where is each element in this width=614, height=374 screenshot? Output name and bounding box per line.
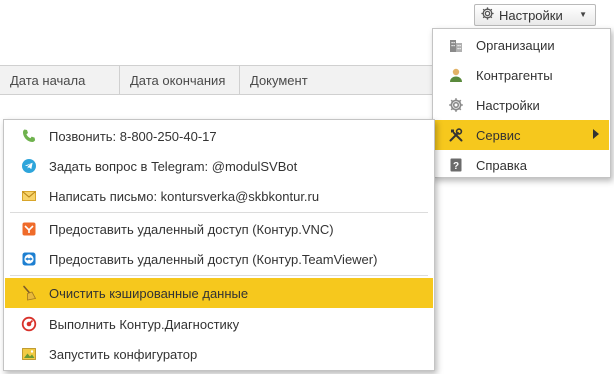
broom-icon (21, 285, 37, 301)
gear-icon (480, 6, 495, 24)
menu-separator (10, 212, 428, 213)
help-icon: ? (448, 157, 464, 173)
column-header-start-date[interactable]: Дата начала (0, 66, 120, 94)
menu-item-call[interactable]: Позвонить: 8-800-250-40-17 (5, 121, 433, 151)
table-header: Дата начала Дата окончания Документ (0, 65, 432, 95)
menu-item-counterparties[interactable]: Контрагенты (434, 60, 609, 90)
menu-item-label: Очистить кэшированные данные (49, 285, 249, 301)
menu-item-label: Задать вопрос в Telegram: @modulSVBot (49, 158, 298, 174)
menu-item-label: Написать письмо: kontursverka@skbkontur.… (49, 188, 320, 204)
menu-item-label: Настройки (476, 97, 540, 113)
phone-icon (21, 128, 37, 144)
menu-item-email[interactable]: Написать письмо: kontursverka@skbkontur.… (5, 181, 433, 211)
chevron-down-icon: ▼ (579, 10, 587, 19)
column-header-end-date[interactable]: Дата окончания (120, 66, 240, 94)
settings-menu: Организации Контрагенты Настройки Сервис… (432, 28, 611, 178)
settings-button-label: Настройки (499, 7, 563, 23)
settings-button[interactable]: Настройки ▼ (474, 4, 596, 26)
svg-text:?: ? (453, 161, 459, 172)
menu-separator (10, 275, 428, 276)
menu-item-telegram[interactable]: Задать вопрос в Telegram: @modulSVBot (5, 151, 433, 181)
menu-item-label: Позвонить: 8-800-250-40-17 (49, 128, 217, 144)
menu-item-label: Сервис (476, 127, 521, 143)
tools-icon (448, 127, 464, 143)
menu-item-help[interactable]: ? Справка (434, 150, 609, 180)
menu-item-diagnostics[interactable]: Выполнить Контур.Диагностику (5, 309, 433, 339)
column-header-document[interactable]: Документ (240, 66, 432, 94)
menu-item-remote-teamviewer[interactable]: Предоставить удаленный доступ (Контур.Te… (5, 244, 433, 274)
menu-item-label: Выполнить Контур.Диагностику (49, 316, 240, 332)
mail-icon (21, 188, 37, 204)
menu-item-label: Запустить конфигуратор (49, 346, 198, 362)
service-submenu: Позвонить: 8-800-250-40-17 Задать вопрос… (3, 119, 435, 371)
teamviewer-icon (21, 251, 37, 267)
person-icon (448, 67, 464, 83)
menu-item-service[interactable]: Сервис (434, 120, 609, 150)
diagnostics-icon (21, 316, 37, 332)
menu-item-label: Организации (476, 37, 555, 53)
menu-item-configurator[interactable]: Запустить конфигуратор (5, 339, 433, 369)
menu-item-label: Справка (476, 157, 527, 173)
menu-item-label: Предоставить удаленный доступ (Контур.VN… (49, 221, 334, 237)
menu-item-label: Предоставить удаленный доступ (Контур.Te… (49, 251, 378, 267)
menu-item-remote-vnc[interactable]: Предоставить удаленный доступ (Контур.VN… (5, 214, 433, 244)
menu-item-settings[interactable]: Настройки (434, 90, 609, 120)
menu-item-clear-cache[interactable]: Очистить кэшированные данные (5, 278, 433, 308)
menu-item-organizations[interactable]: Организации (434, 30, 609, 60)
configurator-icon (21, 346, 37, 362)
buildings-icon (448, 37, 464, 53)
menu-item-label: Контрагенты (476, 67, 553, 83)
chevron-right-icon (593, 129, 599, 139)
vnc-icon (21, 221, 37, 237)
gear-icon (448, 97, 464, 113)
telegram-icon (21, 158, 37, 174)
